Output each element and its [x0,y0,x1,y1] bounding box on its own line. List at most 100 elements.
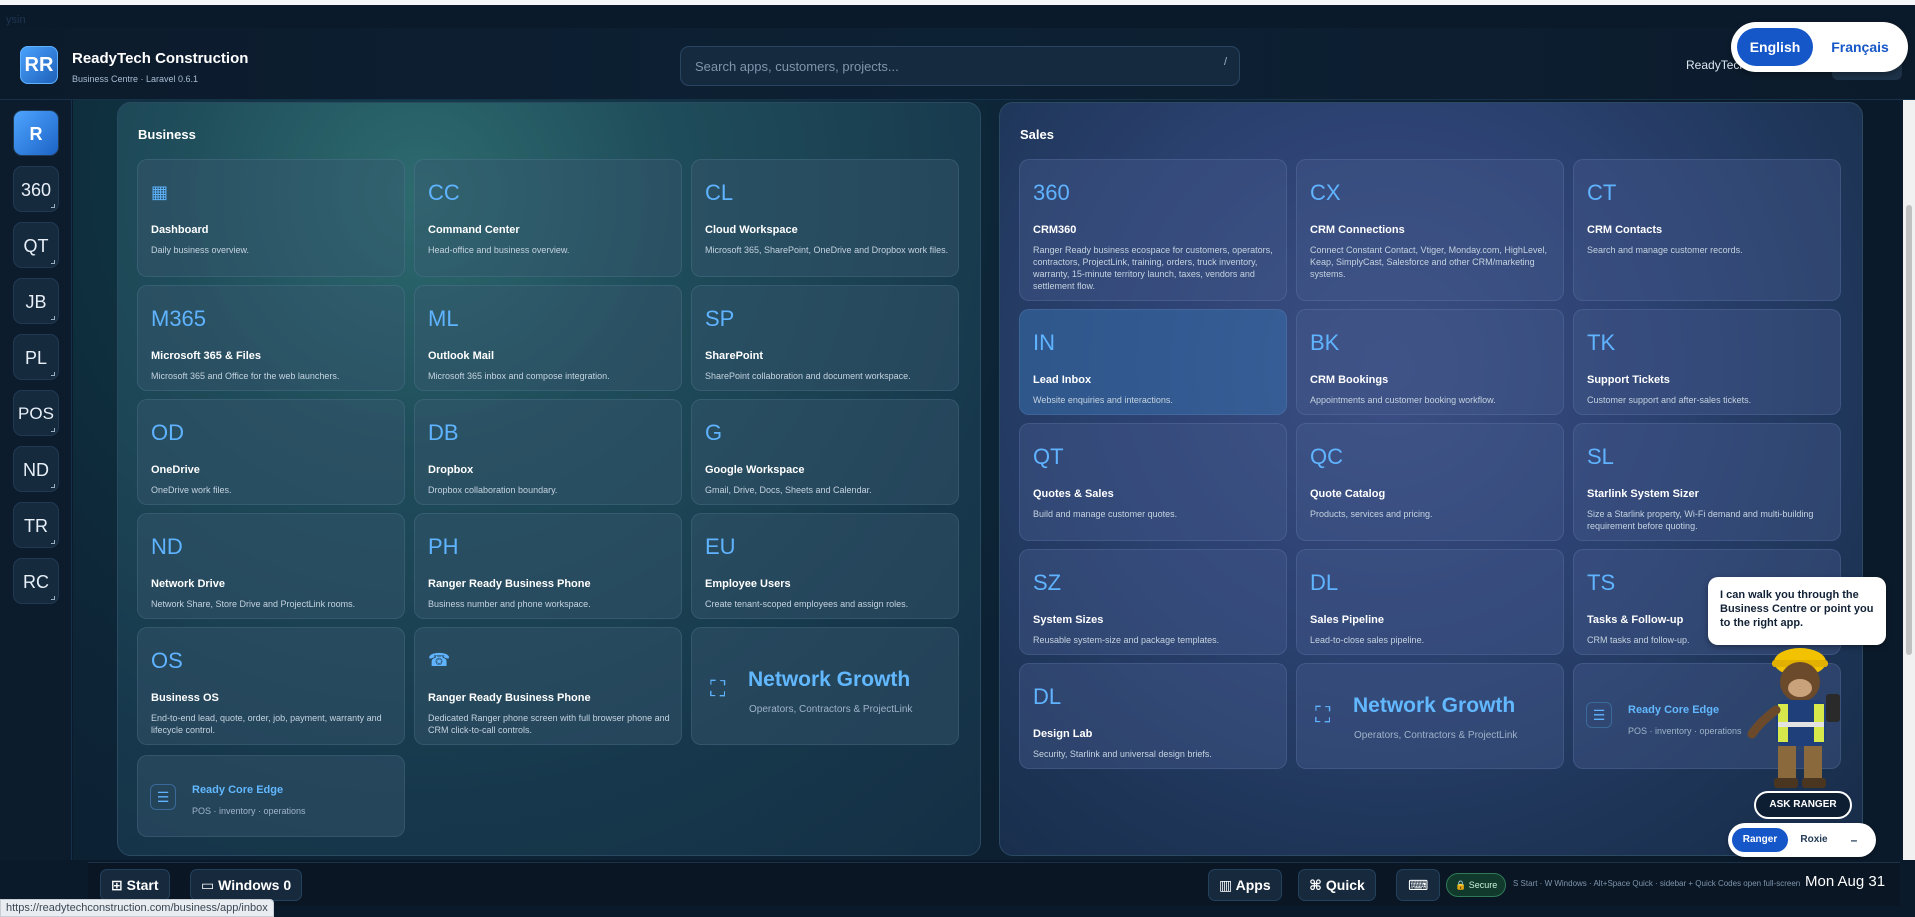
app-card-outlook-mail[interactable]: ML Outlook Mail Microsoft 365 inbox and … [414,285,682,391]
app-card-starlink-sizer[interactable]: SL Starlink System Sizer Size a Starlink… [1573,423,1841,541]
app-card-design-lab[interactable]: DL Design Lab Security, Starlink and uni… [1019,663,1287,769]
app-card-network-growth[interactable]: ⛶ Network Growth Operators, Contractors … [1296,663,1564,769]
card-abbreviation: CX [1310,180,1341,205]
command-icon: ⌘ [1309,877,1322,893]
card-title: Network Drive [151,578,225,590]
card-title: Quotes & Sales [1033,488,1114,500]
card-description: Daily business overview. [151,245,250,255]
windows-button[interactable]: ▭ Windows 0 [190,869,303,901]
ready-core-title: Ready Core Edge [1628,704,1720,716]
ask-ranger-button[interactable]: ASK RANGER [1754,791,1852,819]
card-title: Cloud Workspace [705,224,798,236]
app-card-sales-pipeline[interactable]: DL Sales Pipeline Lead-to-close sales pi… [1296,549,1564,655]
card-description: SharePoint collaboration and document wo… [705,371,911,381]
card-abbreviation: M365 [151,306,207,331]
apps-button[interactable]: ▥ Apps [1208,869,1282,901]
app-card-network-growth[interactable]: ⛶ Network Growth Operators, Contractors … [691,627,959,745]
card-abbreviation: OS [151,648,183,673]
card-title: Starlink System Sizer [1587,488,1699,500]
sidebar-item-quotes[interactable]: QT [13,222,59,268]
watermark: ysin [6,14,26,26]
app-card-quote-catalog[interactable]: QC Quote Catalog Products, services and … [1296,423,1564,541]
app-card-business-phone[interactable]: PH Ranger Ready Business Phone Business … [414,513,682,619]
card-title: Design Lab [1033,728,1093,740]
register-icon: ☰ [1586,702,1612,728]
card-description: Gmail, Drive, Docs, Sheets and Calendar. [705,485,872,495]
card-title: Support Tickets [1587,374,1670,386]
app-card-lead-inbox[interactable]: IN Lead Inbox Website enquiries and inte… [1019,309,1287,415]
app-card-crm-connections[interactable]: CX CRM Connections Connect Constant Cont… [1296,159,1564,301]
sidebar-item-training[interactable]: TR [13,502,59,548]
card-title: Lead Inbox [1033,374,1092,386]
card-abbreviation: SP [705,306,735,331]
app-card-support-tickets[interactable]: TK Support Tickets Customer support and … [1573,309,1841,415]
sidebar-item-projectlink[interactable]: PL [13,334,59,380]
card-abbreviation: 360 [1033,180,1070,205]
expand-corner-icon [51,540,55,544]
quick-button[interactable]: ⌘ Quick [1298,869,1376,901]
card-abbreviation: PH [428,534,459,559]
app-card-microsoft-365[interactable]: M365 Microsoft 365 & Files Microsoft 365… [137,285,405,391]
card-description: Ranger Ready business ecospace for custo… [1033,245,1273,291]
persona-roxie-button[interactable]: Roxie [1792,828,1836,852]
app-card-onedrive[interactable]: OD OneDrive OneDrive work files. [137,399,405,505]
app-card-quotes-sales[interactable]: QT Quotes & Sales Build and manage custo… [1019,423,1287,541]
lock-icon: 🔒 [1455,880,1467,890]
app-card-cloud-workspace[interactable]: CL Cloud Workspace Microsoft 365, ShareP… [691,159,959,277]
card-description: Customer support and after-sales tickets… [1587,395,1752,405]
app-card-crm360[interactable]: 360 CRM360 Ranger Ready business ecospac… [1019,159,1287,301]
app-card-ready-core-edge[interactable]: ☰ Ready Core Edge POS · inventory · oper… [137,755,405,837]
brand-logo[interactable]: RR [20,46,58,84]
card-description: Network Share, Store Drive and ProjectLi… [151,599,356,609]
card-title: Outlook Mail [428,350,494,362]
app-card-sharepoint[interactable]: SP SharePoint SharePoint collaboration a… [691,285,959,391]
card-title: System Sizes [1033,614,1104,626]
app-card-dropbox[interactable]: DB Dropbox Dropbox collaboration boundar… [414,399,682,505]
sidebar-item-jobs[interactable]: JB [13,278,59,324]
minimize-assistant-button[interactable]: – [1840,828,1868,852]
scrollbar-thumb[interactable] [1906,205,1912,655]
sidebar-item-label: 360 [20,180,52,200]
persona-ranger-button[interactable]: Ranger [1732,828,1788,852]
sidebar-item-home[interactable]: R [13,110,59,156]
sidebar-item-label: JB [25,292,47,312]
ranger-mascot-icon[interactable] [1738,638,1872,792]
sidebar-item-crm360[interactable]: 360 [13,166,59,212]
app-card-system-sizes[interactable]: SZ System Sizes Reusable system-size and… [1019,549,1287,655]
sidebar-item-ready-core[interactable]: RC [13,558,59,604]
panel-title: Sales [1020,127,1054,142]
sales-panel: Sales 360 CRM360 Ranger Ready business e… [999,102,1863,856]
card-abbreviation: EU [705,534,736,559]
app-card-business-os[interactable]: OS Business OS End-to-end lead, quote, o… [137,627,405,745]
language-english-button[interactable]: English [1737,28,1813,66]
app-card-dashboard[interactable]: ▦ Dashboard Daily business overview. [137,159,405,277]
card-description: Dropbox collaboration boundary. [428,485,558,495]
card-title: Ranger Ready Business Phone [428,692,591,704]
expand-corner-icon [51,260,55,264]
app-card-employee-users[interactable]: EU Employee Users Create tenant-scoped e… [691,513,959,619]
card-description: Dedicated Ranger phone screen with full … [428,713,670,735]
start-button[interactable]: ⊞ Start [100,869,170,901]
sidebar-item-label: RC [23,572,49,592]
app-card-crm-contacts[interactable]: CT CRM Contacts Search and manage custom… [1573,159,1841,301]
sidebar-item-network-drive[interactable]: ND [13,446,59,492]
search-input[interactable] [680,46,1240,86]
assistant-speech-bubble: I can walk you through the Business Cent… [1708,577,1886,645]
card-title: CRM Contacts [1587,224,1663,236]
language-french-button[interactable]: Français [1819,28,1901,66]
app-card-network-drive[interactable]: ND Network Drive Network Share, Store Dr… [137,513,405,619]
keyboard-button[interactable]: ⌨ [1396,869,1441,901]
expand-corner-icon [51,428,55,432]
app-card-crm-bookings[interactable]: BK CRM Bookings Appointments and custome… [1296,309,1564,415]
browser-top-strip [0,0,1915,5]
sidebar-item-pos[interactable]: POS [13,390,59,436]
app-card-command-center[interactable]: CC Command Center Head-office and busine… [414,159,682,277]
brand-title: ReadyTech Construction [72,50,249,67]
business-panel: Business ▦ Dashboard Daily business over… [117,102,981,856]
app-card-google-workspace[interactable]: G Google Workspace Gmail, Drive, Docs, S… [691,399,959,505]
card-abbreviation: QC [1310,444,1343,469]
clock[interactable]: Mon Aug 31 [1805,873,1885,890]
card-abbreviation: TK [1587,330,1616,355]
windows-label: Windows 0 [218,877,292,893]
app-card-ranger-phone[interactable]: ☎ Ranger Ready Business Phone Dedicated … [414,627,682,745]
